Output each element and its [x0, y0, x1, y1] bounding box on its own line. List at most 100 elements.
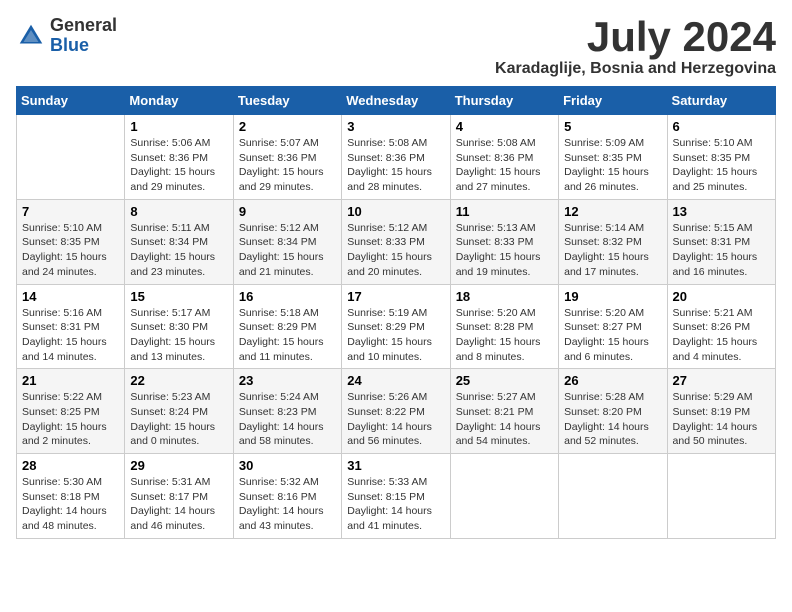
day-number: 27: [673, 373, 770, 388]
day-number: 8: [130, 204, 227, 219]
calendar-cell: 11 Sunrise: 5:13 AMSunset: 8:33 PMDayligh…: [450, 199, 558, 284]
calendar-cell: 17Sunrise: 5:19 AMSunset: 8:29 PMDayligh…: [342, 284, 450, 369]
calendar-cell: 7 Sunrise: 5:10 AMSunset: 8:35 PMDaylight…: [17, 199, 125, 284]
day-info: Sunrise: 5:24 AMSunset: 8:23 PMDaylight:…: [239, 390, 336, 449]
day-number: 30: [239, 458, 336, 473]
day-number: 17: [347, 289, 444, 304]
day-info: Sunrise: 5:16 AMSunset: 8:31 PMDaylight:…: [22, 306, 119, 365]
calendar-cell: 18Sunrise: 5:20 AMSunset: 8:28 PMDayligh…: [450, 284, 558, 369]
day-number: 12: [564, 204, 661, 219]
calendar-week-row: 14 Sunrise: 5:16 AMSunset: 8:31 PMDayligh…: [17, 284, 776, 369]
day-info: Sunrise: 5:08 AMSunset: 8:36 PMDaylight:…: [347, 136, 444, 195]
day-info: Sunrise: 5:27 AMSunset: 8:21 PMDaylight:…: [456, 390, 553, 449]
day-info: Sunrise: 5:14 AMSunset: 8:32 PMDaylight:…: [564, 221, 661, 280]
calendar-cell: [450, 454, 558, 539]
calendar-cell: 6 Sunrise: 5:10 AMSunset: 8:35 PMDaylight…: [667, 115, 775, 200]
day-info: Sunrise: 5:11 AMSunset: 8:34 PMDaylight:…: [130, 221, 227, 280]
title-block: July 2024 Karadaglije, Bosnia and Herzeg…: [495, 16, 776, 78]
day-info: Sunrise: 5:06 AMSunset: 8:36 PMDaylight:…: [130, 136, 227, 195]
day-info: Sunrise: 5:32 AMSunset: 8:16 PMDaylight:…: [239, 475, 336, 534]
day-info: Sunrise: 5:17 AMSunset: 8:30 PMDaylight:…: [130, 306, 227, 365]
day-number: 6: [673, 119, 770, 134]
day-info: Sunrise: 5:33 AMSunset: 8:15 PMDaylight:…: [347, 475, 444, 534]
calendar-cell: 5 Sunrise: 5:09 AMSunset: 8:35 PMDaylight…: [559, 115, 667, 200]
logo-general: General: [50, 16, 117, 36]
day-number: 2: [239, 119, 336, 134]
day-number: 25: [456, 373, 553, 388]
logo-text: General Blue: [50, 16, 117, 56]
logo-blue: Blue: [50, 36, 117, 56]
day-number: 20: [673, 289, 770, 304]
day-number: 15: [130, 289, 227, 304]
day-number: 5: [564, 119, 661, 134]
weekday-header: Sunday: [17, 87, 125, 115]
calendar-cell: 8 Sunrise: 5:11 AMSunset: 8:34 PMDaylight…: [125, 199, 233, 284]
day-info: Sunrise: 5:10 AMSunset: 8:35 PMDaylight:…: [673, 136, 770, 195]
day-number: 26: [564, 373, 661, 388]
calendar-header: SundayMondayTuesdayWednesdayThursdayFrid…: [17, 87, 776, 115]
calendar-week-row: 21Sunrise: 5:22 AMSunset: 8:25 PMDayligh…: [17, 369, 776, 454]
day-info: Sunrise: 5:29 AMSunset: 8:19 PMDaylight:…: [673, 390, 770, 449]
day-info: Sunrise: 5:10 AMSunset: 8:35 PMDaylight:…: [22, 221, 119, 280]
weekday-header: Tuesday: [233, 87, 341, 115]
calendar-cell: 10 Sunrise: 5:12 AMSunset: 8:33 PMDayligh…: [342, 199, 450, 284]
day-info: Sunrise: 5:30 AMSunset: 8:18 PMDaylight:…: [22, 475, 119, 534]
calendar-cell: 27 Sunrise: 5:29 AMSunset: 8:19 PMDayligh…: [667, 369, 775, 454]
weekday-header: Friday: [559, 87, 667, 115]
day-number: 28: [22, 458, 119, 473]
calendar-cell: 20 Sunrise: 5:21 AMSunset: 8:26 PMDayligh…: [667, 284, 775, 369]
day-number: 3: [347, 119, 444, 134]
calendar-cell: 28 Sunrise: 5:30 AMSunset: 8:18 PMDayligh…: [17, 454, 125, 539]
day-number: 23: [239, 373, 336, 388]
calendar-cell: 22Sunrise: 5:23 AMSunset: 8:24 PMDayligh…: [125, 369, 233, 454]
day-number: 13: [673, 204, 770, 219]
day-info: Sunrise: 5:09 AMSunset: 8:35 PMDaylight:…: [564, 136, 661, 195]
day-number: 31: [347, 458, 444, 473]
day-number: 19: [564, 289, 661, 304]
calendar-cell: 4Sunrise: 5:08 AMSunset: 8:36 PMDaylight…: [450, 115, 558, 200]
calendar-cell: 25 Sunrise: 5:27 AMSunset: 8:21 PMDayligh…: [450, 369, 558, 454]
calendar-cell: 15 Sunrise: 5:17 AMSunset: 8:30 PMDayligh…: [125, 284, 233, 369]
header-row: SundayMondayTuesdayWednesdayThursdayFrid…: [17, 87, 776, 115]
day-info: Sunrise: 5:15 AMSunset: 8:31 PMDaylight:…: [673, 221, 770, 280]
day-info: Sunrise: 5:21 AMSunset: 8:26 PMDaylight:…: [673, 306, 770, 365]
calendar-cell: 14 Sunrise: 5:16 AMSunset: 8:31 PMDayligh…: [17, 284, 125, 369]
calendar-cell: 23 Sunrise: 5:24 AMSunset: 8:23 PMDayligh…: [233, 369, 341, 454]
day-number: 11: [456, 204, 553, 219]
calendar-week-row: 7 Sunrise: 5:10 AMSunset: 8:35 PMDaylight…: [17, 199, 776, 284]
calendar-cell: [667, 454, 775, 539]
day-info: Sunrise: 5:20 AMSunset: 8:27 PMDaylight:…: [564, 306, 661, 365]
day-info: Sunrise: 5:12 AMSunset: 8:34 PMDaylight:…: [239, 221, 336, 280]
day-info: Sunrise: 5:18 AMSunset: 8:29 PMDaylight:…: [239, 306, 336, 365]
page-header: General Blue July 2024 Karadaglije, Bosn…: [16, 16, 776, 78]
day-number: 24: [347, 373, 444, 388]
day-number: 9: [239, 204, 336, 219]
day-number: 7: [22, 204, 119, 219]
day-number: 1: [130, 119, 227, 134]
logo-icon: [16, 21, 46, 51]
day-info: Sunrise: 5:28 AMSunset: 8:20 PMDaylight:…: [564, 390, 661, 449]
calendar-cell: 29Sunrise: 5:31 AMSunset: 8:17 PMDayligh…: [125, 454, 233, 539]
day-info: Sunrise: 5:20 AMSunset: 8:28 PMDaylight:…: [456, 306, 553, 365]
day-number: 16: [239, 289, 336, 304]
calendar-cell: 21Sunrise: 5:22 AMSunset: 8:25 PMDayligh…: [17, 369, 125, 454]
day-number: 10: [347, 204, 444, 219]
calendar-cell: 24Sunrise: 5:26 AMSunset: 8:22 PMDayligh…: [342, 369, 450, 454]
calendar-cell: 12 Sunrise: 5:14 AMSunset: 8:32 PMDayligh…: [559, 199, 667, 284]
calendar-cell: 1 Sunrise: 5:06 AMSunset: 8:36 PMDaylight…: [125, 115, 233, 200]
day-info: Sunrise: 5:13 AMSunset: 8:33 PMDaylight:…: [456, 221, 553, 280]
calendar-cell: [559, 454, 667, 539]
location-title: Karadaglije, Bosnia and Herzegovina: [495, 60, 776, 78]
calendar-week-row: 1 Sunrise: 5:06 AMSunset: 8:36 PMDaylight…: [17, 115, 776, 200]
day-number: 14: [22, 289, 119, 304]
calendar-cell: 9 Sunrise: 5:12 AMSunset: 8:34 PMDaylight…: [233, 199, 341, 284]
calendar-cell: 26 Sunrise: 5:28 AMSunset: 8:20 PMDayligh…: [559, 369, 667, 454]
calendar-cell: 3 Sunrise: 5:08 AMSunset: 8:36 PMDaylight…: [342, 115, 450, 200]
day-info: Sunrise: 5:08 AMSunset: 8:36 PMDaylight:…: [456, 136, 553, 195]
day-number: 29: [130, 458, 227, 473]
calendar-body: 1 Sunrise: 5:06 AMSunset: 8:36 PMDaylight…: [17, 115, 776, 539]
day-number: 21: [22, 373, 119, 388]
day-info: Sunrise: 5:12 AMSunset: 8:33 PMDaylight:…: [347, 221, 444, 280]
weekday-header: Thursday: [450, 87, 558, 115]
calendar-week-row: 28 Sunrise: 5:30 AMSunset: 8:18 PMDayligh…: [17, 454, 776, 539]
